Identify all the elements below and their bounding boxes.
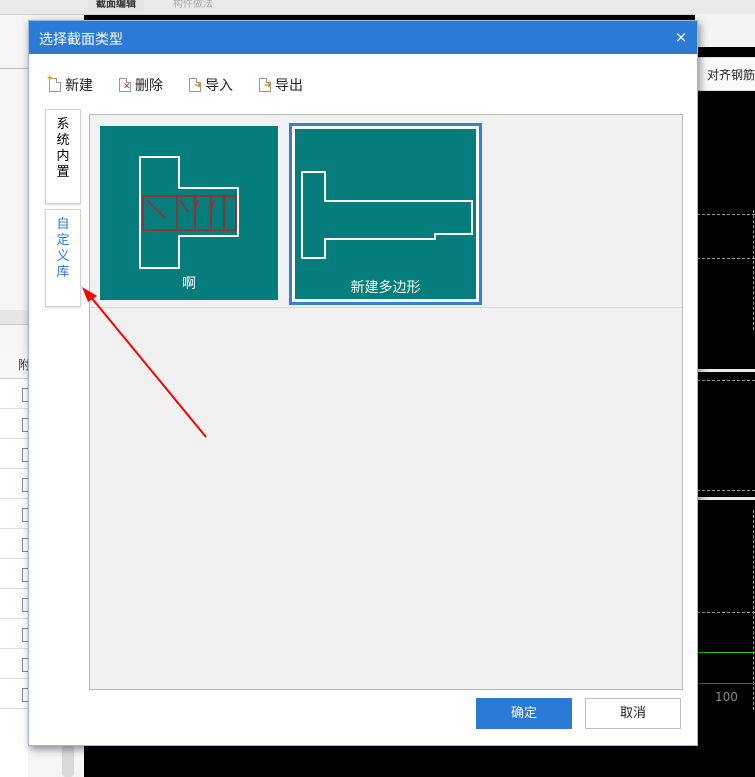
new-button[interactable]: ✦ 新建: [46, 73, 93, 97]
cad-toolbar-strip: [695, 14, 755, 47]
align-rebar-label: 对齐钢筋: [707, 68, 755, 82]
tab-section-edit[interactable]: 截面编辑: [88, 0, 144, 12]
select-section-type-dialog: 选择截面类型 × ✦ 新建 ✕ 删除 ➜ 导入 ➜ 导出 系 统 内 置 自 定…: [28, 20, 698, 746]
cad-grid-line: [697, 612, 755, 613]
tab-custom-library[interactable]: 自 定 义 库: [45, 209, 81, 307]
cad-wall-line: [697, 369, 755, 372]
cad-grid-line: [697, 258, 755, 259]
new-file-icon: ✦: [46, 75, 61, 92]
tab-char: 定: [56, 233, 70, 248]
section-gallery: 啊 新建多边形: [89, 114, 683, 690]
cad-ruler: 100: [697, 683, 755, 714]
tab-char: 自: [56, 217, 70, 232]
ruler-value: 100: [715, 690, 738, 704]
delete-button-label: 删除: [135, 78, 163, 94]
delete-file-icon: ✕: [119, 78, 131, 92]
tab-char: 内: [56, 149, 70, 164]
section-card-selected[interactable]: 新建多边形: [289, 123, 482, 305]
close-button[interactable]: ×: [671, 27, 691, 47]
gallery-row: 啊 新建多边形: [90, 115, 682, 308]
cad-axis-line: [697, 652, 755, 653]
delete-button[interactable]: ✕ 删除: [119, 73, 163, 97]
import-button-label: 导入: [205, 78, 233, 94]
import-icon: ➜: [189, 78, 202, 92]
cad-grid-line: [697, 490, 755, 491]
align-rebar-button[interactable]: 对齐钢筋: [695, 57, 755, 91]
ok-button[interactable]: 确定: [476, 698, 572, 729]
left-panel-scrollbar[interactable]: [62, 745, 74, 777]
import-button[interactable]: ➜ 导入: [189, 73, 233, 97]
dialog-titlebar[interactable]: 选择截面类型 ×: [29, 21, 697, 54]
tab-char: 系: [56, 117, 70, 132]
tab-component-method[interactable]: 构件做法: [165, 0, 221, 12]
new-button-label: 新建: [65, 78, 93, 94]
dialog-title: 选择截面类型: [39, 32, 123, 48]
cad-grid-line: [697, 380, 755, 381]
left-grid-header-bar: [0, 310, 28, 325]
cad-grid-line: [753, 210, 754, 330]
i-polygon-section-icon: [301, 171, 473, 259]
tab-char: 统: [56, 133, 70, 148]
tab-char: 义: [56, 249, 70, 264]
section-card-label: 啊: [182, 276, 196, 292]
export-icon: ➜: [259, 78, 272, 92]
tab-char: 置: [56, 165, 70, 180]
left-property-grid: [0, 348, 29, 777]
cancel-button[interactable]: 取消: [585, 698, 681, 729]
cad-wall-line: [697, 497, 755, 500]
tab-system-builtin[interactable]: 系 统 内 置: [45, 109, 81, 204]
left-panel-divider: [0, 68, 28, 69]
section-card-label: 新建多边形: [350, 280, 421, 296]
grid-column-header: 附: [0, 348, 30, 379]
export-button-label: 导出: [275, 78, 303, 94]
cad-grid-line: [753, 510, 754, 710]
tab-char: 库: [56, 265, 70, 280]
cad-grid-line: [697, 214, 755, 215]
export-button[interactable]: ➜ 导出: [259, 73, 303, 97]
section-card[interactable]: 啊: [100, 126, 278, 300]
